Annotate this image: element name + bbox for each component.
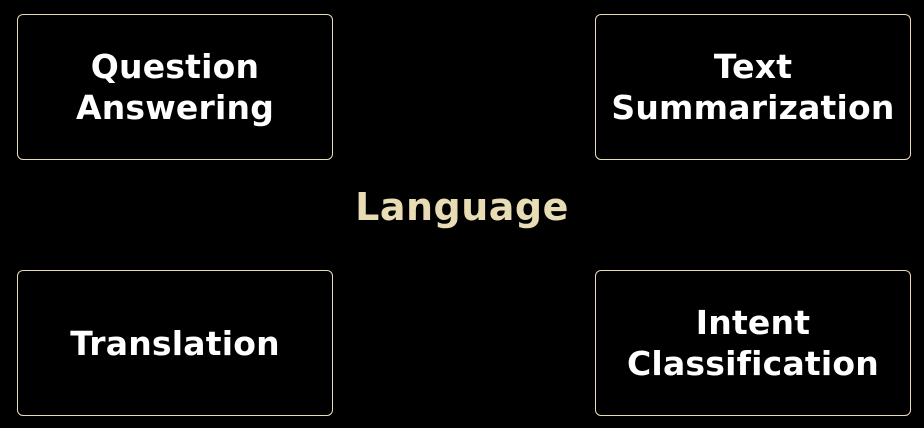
center-label: Language — [355, 185, 569, 229]
node-intent-classification: Intent Classification — [595, 270, 911, 416]
node-text-summarization: Text Summarization — [595, 14, 911, 160]
node-label-translation: Translation — [70, 323, 280, 363]
node-translation: Translation — [17, 270, 333, 416]
node-question-answering: Question Answering — [17, 14, 333, 160]
node-label-text-summarization: Text Summarization — [611, 47, 895, 127]
node-label-intent-classification: Intent Classification — [627, 303, 879, 383]
node-label-question-answering: Question Answering — [75, 47, 275, 127]
